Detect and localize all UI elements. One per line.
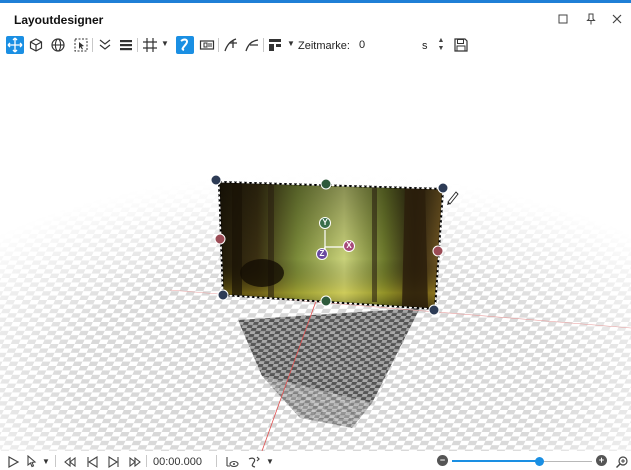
gizmo-x-handle[interactable]: X (343, 240, 355, 252)
timecode-display: 00:00.000 (153, 456, 202, 468)
layout-stage[interactable]: Y X Z (0, 58, 631, 451)
bottom-separator (216, 455, 217, 467)
step-back-icon[interactable] (84, 454, 100, 469)
zeitmarke-input[interactable] (356, 37, 416, 53)
pin-icon[interactable] (583, 11, 599, 27)
edge-handle-top[interactable] (320, 178, 332, 190)
title-bar: Layoutdesigner (0, 3, 631, 32)
rewind-icon[interactable] (62, 454, 78, 469)
toolbar: ▼ ▼ Zeitmarke: s ▲▼ (0, 34, 631, 56)
image-plane[interactable] (215, 178, 450, 313)
close-icon[interactable] (609, 11, 625, 27)
bottom-separator (146, 455, 147, 467)
curve-path-icon[interactable] (176, 36, 194, 54)
camera-frame-icon[interactable] (198, 36, 216, 54)
collapse-icon[interactable] (96, 36, 114, 54)
zeitmarke-unit: s (422, 40, 428, 52)
grid-dropdown-icon[interactable]: ▼ (161, 39, 169, 48)
globe-icon[interactable] (49, 36, 67, 54)
motion-path-icon[interactable] (246, 454, 262, 469)
list-icon[interactable] (117, 36, 135, 54)
zoom-slider-thumb[interactable] (535, 457, 544, 466)
zoom-slider[interactable] (452, 457, 592, 466)
toolbar-separator (92, 38, 93, 52)
toolbar-separator (137, 38, 138, 52)
cursor-mode-icon[interactable] (24, 454, 40, 469)
edge-handle-right[interactable] (432, 245, 444, 257)
fast-forward-icon[interactable] (127, 454, 143, 469)
zoom-out-button[interactable]: − (437, 455, 448, 466)
window-title: Layoutdesigner (14, 13, 104, 27)
keyframe-add-icon[interactable] (222, 36, 240, 54)
motion-path-dropdown-icon[interactable]: ▼ (266, 457, 274, 466)
toolbar-separator (263, 38, 264, 52)
move-tool-icon[interactable] (6, 36, 24, 54)
zeitmarke-spinner[interactable]: ▲ ▼ (437, 37, 445, 53)
corner-handle-top-left[interactable] (210, 174, 222, 186)
keyframe-path-icon[interactable] (243, 36, 261, 54)
zoom-fit-icon[interactable] (614, 454, 630, 469)
bottom-separator (55, 455, 56, 467)
cursor-mode-dropdown-icon[interactable]: ▼ (42, 457, 50, 466)
align-icon[interactable] (266, 36, 284, 54)
gizmo-z-handle[interactable]: Z (316, 248, 328, 260)
edge-handle-left[interactable] (214, 233, 226, 245)
preview-mode-icon[interactable] (224, 454, 240, 469)
corner-handle-top-right[interactable] (437, 182, 449, 194)
corner-handle-bottom-right[interactable] (428, 304, 440, 316)
step-forward-icon[interactable] (106, 454, 122, 469)
grid-icon[interactable] (141, 36, 159, 54)
maximize-icon[interactable] (555, 11, 571, 27)
zoom-in-button[interactable]: + (596, 455, 607, 466)
gizmo-y-handle[interactable]: Y (319, 217, 331, 229)
cube-3d-icon[interactable] (27, 36, 45, 54)
save-icon[interactable] (452, 36, 470, 54)
toolbar-separator (218, 38, 219, 52)
corner-handle-bottom-left[interactable] (217, 289, 229, 301)
zeitmarke-label: Zeitmarke: (298, 40, 350, 52)
play-icon[interactable] (5, 454, 21, 469)
playback-bar: ▼ 00:00.000 ▼ − + (0, 452, 631, 470)
align-dropdown-icon[interactable]: ▼ (287, 39, 295, 48)
zoom-slider-fill (452, 460, 539, 462)
edge-handle-bottom[interactable] (320, 295, 332, 307)
selection-icon[interactable] (72, 36, 90, 54)
